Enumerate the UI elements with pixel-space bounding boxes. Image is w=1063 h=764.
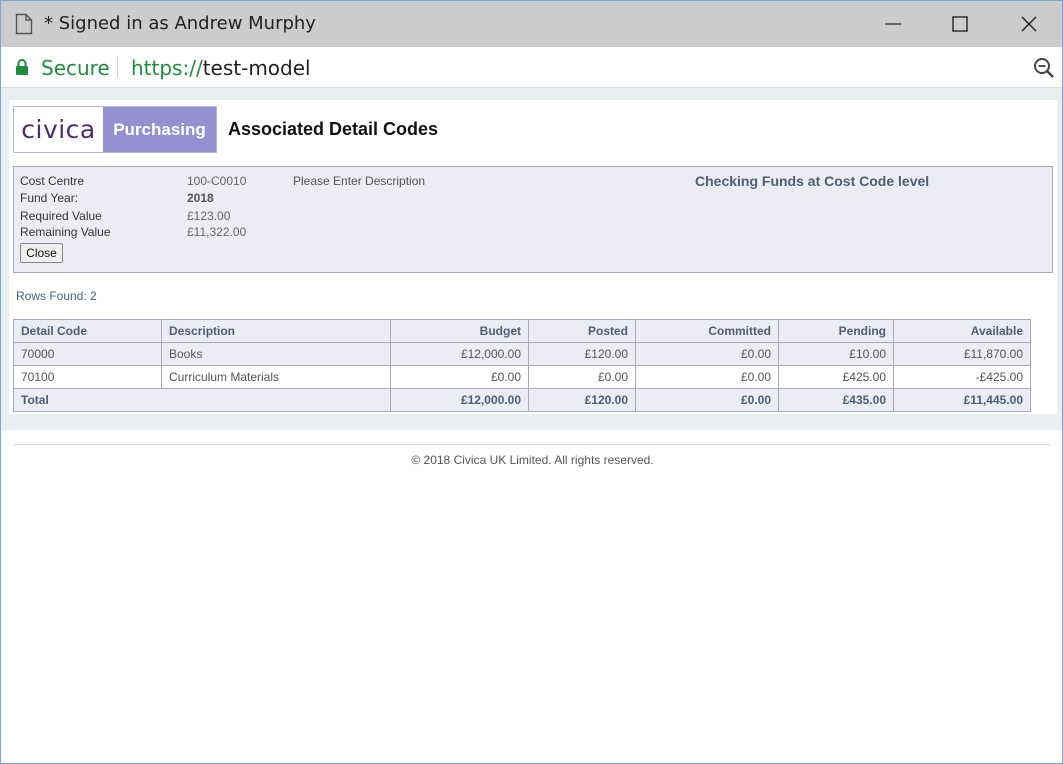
url-scheme: https://	[131, 56, 203, 80]
detail-codes-table: Detail Code Description Budget Posted Co…	[13, 319, 1031, 412]
header-description[interactable]: Description	[161, 319, 391, 343]
main-panel: civica Purchasing Associated Detail Code…	[9, 100, 1057, 414]
cell-available: £11,870.00	[893, 342, 1031, 366]
header-detail-code[interactable]: Detail Code	[13, 319, 162, 343]
total-label: Total	[13, 388, 391, 412]
maximize-button[interactable]	[930, 1, 990, 47]
header-posted[interactable]: Posted	[528, 319, 636, 343]
header-available[interactable]: Available	[893, 319, 1031, 343]
page-content: civica Purchasing Associated Detail Code…	[1, 88, 1062, 430]
cell-committed: £0.00	[635, 342, 779, 366]
total-committed: £0.00	[635, 388, 779, 412]
cell-description: Books	[161, 342, 391, 366]
header-budget[interactable]: Budget	[390, 319, 529, 343]
required-value: £123.00	[187, 209, 231, 223]
remaining-value-label: Remaining Value	[20, 225, 111, 239]
total-available: £11,445.00	[893, 388, 1031, 412]
cost-centre-label: Cost Centre	[20, 174, 85, 188]
civica-purchasing-logo: civica Purchasing	[13, 106, 217, 153]
zoom-out-icon[interactable]	[1033, 57, 1055, 84]
url-host: test-model	[202, 56, 311, 80]
close-button[interactable]: Close	[20, 243, 63, 263]
url-text[interactable]: https://test-model	[131, 56, 311, 80]
close-icon	[1021, 16, 1037, 32]
cell-description: Curriculum Materials	[161, 365, 391, 389]
logo-product: Purchasing	[103, 107, 216, 152]
checking-funds-message: Checking Funds at Cost Code level	[695, 173, 930, 189]
window-title: * Signed in as Andrew Murphy	[44, 13, 316, 34]
remaining-value: £11,322.00	[187, 225, 247, 239]
cell-posted: £120.00	[528, 342, 636, 366]
cost-centre-description: Please Enter Description	[293, 174, 426, 188]
cell-posted: £0.00	[528, 365, 636, 389]
cell-committed: £0.00	[635, 365, 779, 389]
lock-icon	[15, 58, 29, 81]
fund-info-box: Cost Centre 100-C0010 Please Enter Descr…	[13, 166, 1053, 273]
cell-pending: £425.00	[778, 365, 894, 389]
total-posted: £120.00	[528, 388, 636, 412]
fund-year-label: Fund Year:	[20, 191, 79, 205]
rows-found: Rows Found: 2	[16, 289, 97, 303]
table-row[interactable]: 70000 Books £12,000.00 £120.00 £0.00 £10…	[13, 342, 1031, 366]
document-icon	[15, 13, 33, 35]
browser-window: * Signed in as Andrew Murphy Secure http…	[0, 0, 1063, 764]
title-bar: * Signed in as Andrew Murphy	[1, 1, 1062, 47]
cell-detail-code: 70100	[13, 365, 162, 389]
logo-brand: civica	[21, 115, 96, 144]
minimize-button[interactable]	[863, 1, 923, 47]
header-pending[interactable]: Pending	[778, 319, 894, 343]
table-row[interactable]: 70100 Curriculum Materials £0.00 £0.00 £…	[13, 365, 1031, 389]
page-title: Associated Detail Codes	[228, 119, 439, 139]
required-value-label: Required Value	[20, 209, 102, 223]
header-committed[interactable]: Committed	[635, 319, 779, 343]
total-budget: £12,000.00	[390, 388, 529, 412]
table-header-row: Detail Code Description Budget Posted Co…	[13, 319, 1031, 343]
fund-year-value: 2018	[187, 191, 214, 205]
footer-divider	[13, 444, 1051, 445]
copyright-text: © 2018 Civica UK Limited. All rights res…	[411, 453, 654, 467]
cell-available: -£425.00	[893, 365, 1031, 389]
cell-budget: £0.00	[390, 365, 529, 389]
close-window-button[interactable]	[999, 1, 1059, 47]
cell-budget: £12,000.00	[390, 342, 529, 366]
total-pending: £435.00	[778, 388, 894, 412]
address-separator	[117, 56, 118, 78]
address-bar[interactable]: Secure https://test-model	[1, 47, 1062, 88]
cell-detail-code: 70000	[13, 342, 162, 366]
cell-pending: £10.00	[778, 342, 894, 366]
minimize-icon	[885, 23, 901, 25]
secure-label: Secure	[41, 56, 110, 80]
table-total-row: Total £12,000.00 £120.00 £0.00 £435.00 £…	[13, 388, 1031, 412]
cost-centre-value: 100-C0010	[187, 174, 247, 188]
maximize-icon	[952, 16, 968, 32]
